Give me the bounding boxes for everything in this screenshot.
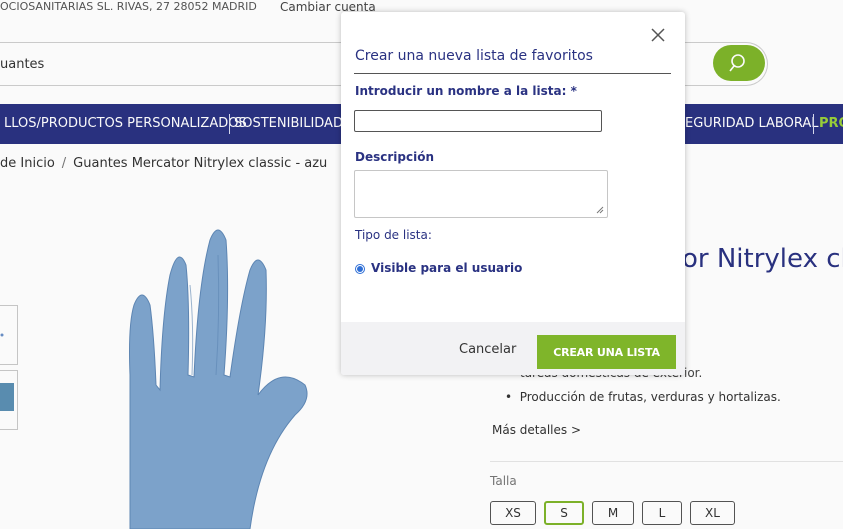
create-list-button[interactable]: CREAR UNA LISTA: [537, 335, 676, 369]
dialog-footer: Cancelar CREAR UNA LISTA: [341, 322, 685, 375]
list-name-label: Introducir un nombre a la lista: *: [355, 84, 577, 98]
description-label: Descripción: [355, 150, 434, 164]
create-favorites-list-dialog: Crear una nueva lista de favoritos Intro…: [341, 12, 685, 375]
close-button[interactable]: [648, 25, 668, 45]
visible-radio[interactable]: [355, 264, 365, 274]
dialog-title: Crear una nueva lista de favoritos: [355, 48, 593, 64]
list-name-input[interactable]: [354, 110, 602, 132]
description-textarea[interactable]: [354, 170, 608, 218]
list-type-label: Tipo de lista:: [355, 228, 432, 242]
resize-grip-icon[interactable]: [596, 206, 604, 214]
cancel-button[interactable]: Cancelar: [459, 342, 516, 357]
visible-radio-label[interactable]: Visible para el usuario: [371, 261, 522, 275]
close-icon: [651, 28, 665, 42]
title-divider: [354, 73, 671, 74]
